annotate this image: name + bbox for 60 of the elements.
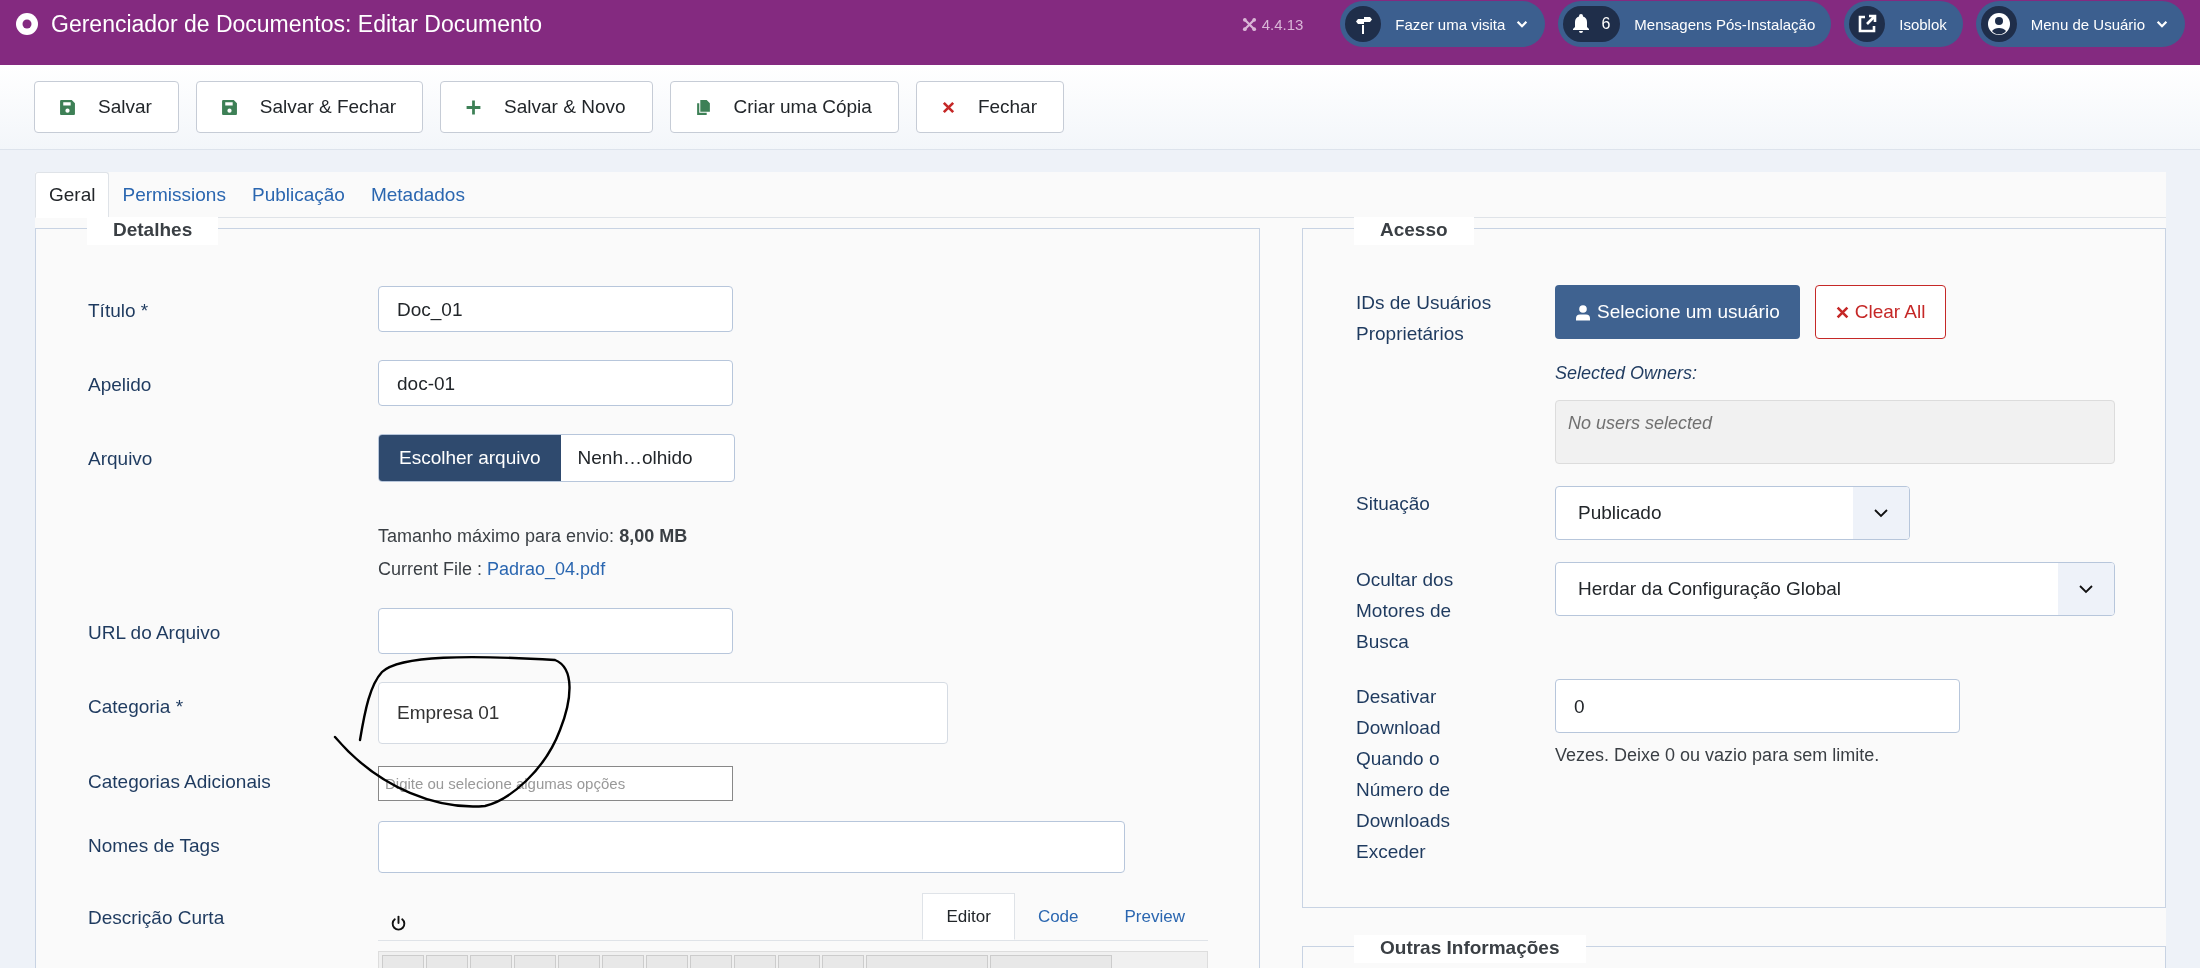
toolbar-button[interactable]: Salvar & Fechar [195,81,424,133]
close-icon [940,99,956,115]
tab[interactable]: Publicação [238,172,358,217]
header-menu-button[interactable]: Fazer uma visita [1340,1,1546,47]
close-icon [1835,305,1849,319]
power-icon [390,915,407,932]
circle-dot-icon [15,12,39,36]
text-field[interactable] [378,608,733,654]
editor-tab[interactable]: Editor [922,893,1015,940]
field-label: Arquivo [88,447,154,471]
toolbar-button[interactable]: Fechar [915,81,1064,133]
text-field[interactable]: doc-01 [378,360,733,406]
field-label: IDs de Usuários Proprietários [1356,291,1493,346]
download-limit-field[interactable]: 0 [1555,679,1960,733]
toolbar-button[interactable]: Criar uma Cópia [669,81,899,133]
field-label: Descrição Curta [88,906,226,930]
text-field[interactable]: Doc_01 [378,286,733,332]
field-label: Situação [1356,492,1431,516]
editor-tab[interactable]: Preview [1101,893,1208,940]
field-label: Ocultar dos Motores de Busca [1356,568,1455,654]
section-legend: Outras Informações [1354,935,1586,963]
field-label: Categorias Adicionais [88,770,272,794]
editor-tab[interactable]: Code [1014,893,1102,940]
tab[interactable]: Geral [35,172,110,218]
tab[interactable]: Permissions [109,172,239,217]
tags-field[interactable] [378,821,1125,873]
current-file-link[interactable]: Padrao_04.pdf [487,559,606,580]
status-select[interactable]: Publicado [1555,486,1910,540]
page-title: Gerenciador de Documentos: Editar Documento [51,11,542,38]
clear-all-button[interactable]: Clear All [1814,285,1947,339]
user-icon [1575,303,1591,321]
empty-message: No users selected [1568,413,1713,433]
version-label: 4.4.13 [1261,15,1304,33]
toolbar-button[interactable]: Salvar [34,81,179,133]
help-text: Vezes. Deixe 0 ou vazio para sem limite. [1555,745,1881,766]
header-menu-button[interactable]: Menu de Usuário [1975,1,2185,47]
section-legend: Detalhes [87,217,219,245]
field-label: Nomes de Tags [88,834,221,858]
max-size-note: Tamanho máximo para envio: 8,00 MB [378,526,689,547]
field-label: URL do Arquivo [88,621,222,645]
tab[interactable]: Metadados [357,172,478,217]
plus-icon [465,98,483,116]
select-user-button[interactable]: Selecione um usuário [1555,285,1800,339]
field-label: Categoria * [88,695,185,719]
header-menu-button[interactable]: Isoblok [1844,1,1963,47]
save-icon [59,98,76,116]
save-icon [220,98,238,116]
field-label: Título * [88,299,150,323]
field-label: Apelido [88,373,153,397]
section-legend: Acesso [1354,217,1474,245]
file-input[interactable]: Escolher arquivo Nenh…olhido [378,434,735,482]
copy-icon [694,98,712,116]
toolbar-button[interactable]: Salvar & Novo [440,81,653,133]
selected-owners-label: Selected Owners: [1555,363,1699,384]
current-file-label: Current File : [378,559,483,580]
field-label: Desativar Download Quando o Número de Downloads Exceder [1356,685,1451,864]
category-field[interactable]: Empresa 01 [378,682,948,744]
header-menu-button[interactable]: 6 Mensagens Pós-Instalação [1558,1,1832,47]
user-icon [1986,12,2011,36]
robots-select[interactable]: Herdar da Configuração Global [1555,562,2115,616]
